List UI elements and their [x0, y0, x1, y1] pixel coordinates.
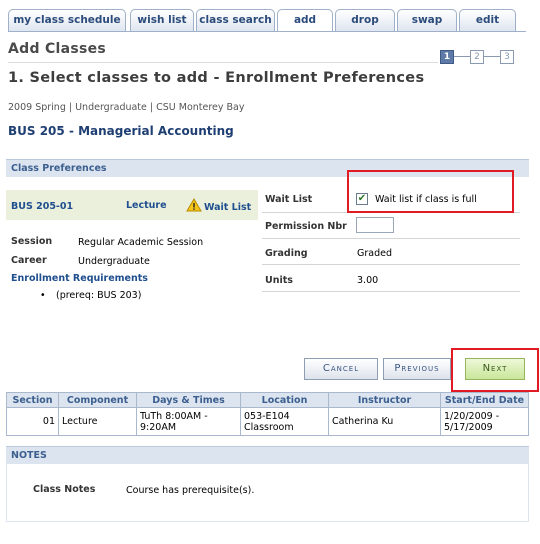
column-header: Days & Times	[136, 392, 241, 408]
cancel-button[interactable]: Cancel	[304, 358, 378, 380]
location-cell: 053-E104 Classroom	[240, 407, 329, 436]
requirement-item: (prereq: BUS 203)	[56, 290, 142, 301]
enrollment-requirements-label: Enrollment Requirements	[11, 273, 148, 284]
page-title: Add Classes	[8, 41, 107, 57]
course-title: BUS 205 - Managerial Accounting	[8, 124, 234, 138]
requirement-bullet: •	[40, 290, 46, 301]
step-connector	[454, 56, 470, 57]
step-heading: 1. Select classes to add - Enrollment Pr…	[8, 70, 425, 86]
column-header: Section	[6, 392, 59, 408]
warning-icon	[186, 198, 202, 212]
column-header: Start/End Date	[440, 392, 529, 408]
grading-label: Grading	[265, 248, 308, 259]
wait-list-status: Wait List	[204, 202, 252, 213]
class-section: BUS 205-01	[11, 201, 74, 212]
tab-divider	[8, 31, 526, 32]
step-3: 3	[500, 50, 514, 64]
grading-value: Graded	[357, 248, 392, 259]
step-connector	[484, 56, 500, 57]
tab-edit[interactable]: edit	[459, 9, 516, 31]
highlight-wait-list	[347, 170, 514, 213]
days-times-cell: TuTh 8:00AM - 9:20AM	[136, 407, 241, 436]
career-label: Career	[11, 255, 47, 266]
section-cell: 01	[6, 407, 59, 436]
title-divider	[8, 62, 438, 63]
step-1: 1	[440, 50, 454, 64]
wait-list-label: Wait List	[265, 194, 313, 205]
column-header: Component	[58, 392, 137, 408]
table-row: 01 Lecture TuTh 8:00AM - 9:20AM 053-E104…	[6, 407, 529, 436]
units-value: 3.00	[357, 275, 379, 286]
session-value: Regular Academic Session	[78, 237, 204, 248]
column-header: Instructor	[328, 392, 441, 408]
class-component: Lecture	[126, 200, 167, 211]
divider	[262, 264, 520, 265]
session-label: Session	[11, 236, 53, 247]
class-notes-value: Course has prerequisite(s).	[126, 485, 255, 496]
career-value: Undergraduate	[78, 256, 150, 267]
units-label: Units	[265, 275, 293, 286]
divider	[262, 291, 520, 292]
tab-swap[interactable]: swap	[397, 9, 457, 31]
previous-button[interactable]: Previous	[383, 358, 451, 380]
divider	[262, 238, 520, 239]
tab-class-search[interactable]: class search	[196, 9, 275, 31]
component-cell: Lecture	[58, 407, 137, 436]
tab-my-class-schedule[interactable]: my class schedule	[8, 9, 126, 31]
term-info: 2009 Spring | Undergraduate | CSU Monter…	[8, 102, 245, 113]
highlight-next	[451, 348, 539, 392]
column-header: Location	[240, 392, 329, 408]
permission-number-label: Permission Nbr	[265, 221, 347, 232]
tab-add[interactable]: add	[277, 9, 333, 32]
tab-wish-list[interactable]: wish list	[130, 9, 194, 31]
step-2: 2	[470, 50, 484, 64]
tab-drop[interactable]: drop	[335, 9, 395, 31]
notes-header: NOTES	[6, 446, 529, 464]
permission-number-input[interactable]	[356, 217, 394, 233]
instructor-cell: Catherina Ku	[328, 407, 441, 436]
dates-cell: 1/20/2009 - 5/17/2009	[440, 407, 529, 436]
class-table: Section Component Days & Times Location …	[6, 392, 529, 436]
table-header-row: Section Component Days & Times Location …	[6, 392, 529, 408]
class-notes-label: Class Notes	[33, 484, 96, 495]
